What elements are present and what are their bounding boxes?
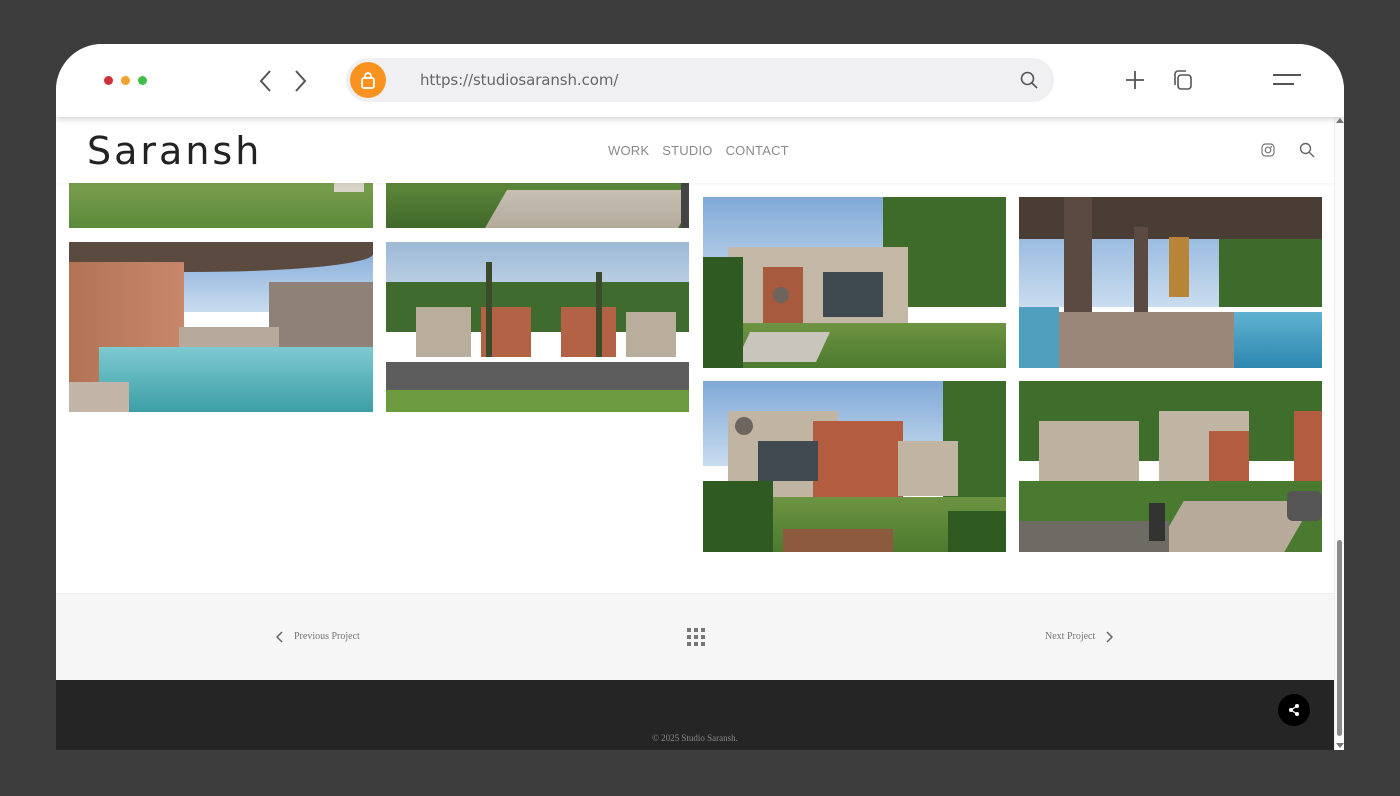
browser-toolbar: https://studiosaransh.com/ [56,44,1344,117]
nav-item-contact[interactable]: CONTACT [726,143,789,158]
gallery-image-villa-front-lawn[interactable] [703,197,1006,368]
gallery-image-covered-veranda-pool[interactable] [1019,197,1322,368]
chevron-right-icon [295,70,307,92]
site-search-icon[interactable] [1299,142,1315,163]
gallery-image-pathway-partial[interactable] [386,180,689,228]
scroll-down-arrow-icon[interactable] [1336,743,1344,748]
gallery-image-villa-driveway[interactable] [1019,381,1322,552]
browser-window: https://studiosaransh.com/ Saransh WORK … [56,44,1344,750]
site-header: Saransh WORK STUDIO CONTACT [56,117,1334,183]
scrollbar-thumb[interactable] [1337,540,1342,736]
grid-icon[interactable] [687,628,705,651]
instagram-icon[interactable] [1261,143,1275,162]
menu-button[interactable] [1272,72,1302,93]
gallery-image-villa-garden-view[interactable] [703,381,1006,552]
share-button[interactable] [1278,694,1310,726]
chevron-right-icon[interactable] [1105,630,1114,648]
gallery-image-swimming-pool[interactable] [69,242,373,412]
lock-icon[interactable] [350,62,386,98]
search-icon[interactable] [1020,71,1038,94]
maximize-window-button[interactable] [138,76,147,85]
project-navigation: Previous Project Next Project [56,593,1334,680]
url-text[interactable]: https://studiosaransh.com/ [420,71,618,89]
page-viewport: Saransh WORK STUDIO CONTACT Previous Pro… [56,117,1334,750]
next-project-link[interactable]: Next Project [1045,631,1095,642]
chevron-left-icon [259,70,271,92]
page-scrollbar[interactable] [1334,117,1344,750]
scroll-up-arrow-icon[interactable] [1336,118,1344,123]
plus-icon [1126,71,1144,89]
minimize-window-button[interactable] [121,76,130,85]
site-logo[interactable]: Saransh [87,129,262,173]
main-nav: WORK STUDIO CONTACT [608,143,789,158]
forward-button[interactable] [289,68,311,94]
nav-item-studio[interactable]: STUDIO [662,143,712,158]
gallery-image-villa-street[interactable] [386,242,689,412]
tabs-icon [1174,70,1192,90]
share-icon [1289,704,1299,716]
address-bar[interactable]: https://studiosaransh.com/ [346,58,1054,102]
previous-project-link[interactable]: Previous Project [294,631,360,642]
close-window-button[interactable] [104,76,113,85]
new-tab-button[interactable] [1124,68,1146,97]
site-footer: © 2025 Studio Saransh. [56,680,1334,750]
copyright-text: © 2025 Studio Saransh. [652,733,738,743]
nav-item-work[interactable]: WORK [608,143,649,158]
chevron-left-icon[interactable] [275,630,284,648]
menu-icon [1273,74,1301,85]
gallery-image-lawn-partial[interactable] [69,180,373,228]
back-button[interactable] [255,68,277,94]
tabs-button[interactable] [1172,68,1194,97]
